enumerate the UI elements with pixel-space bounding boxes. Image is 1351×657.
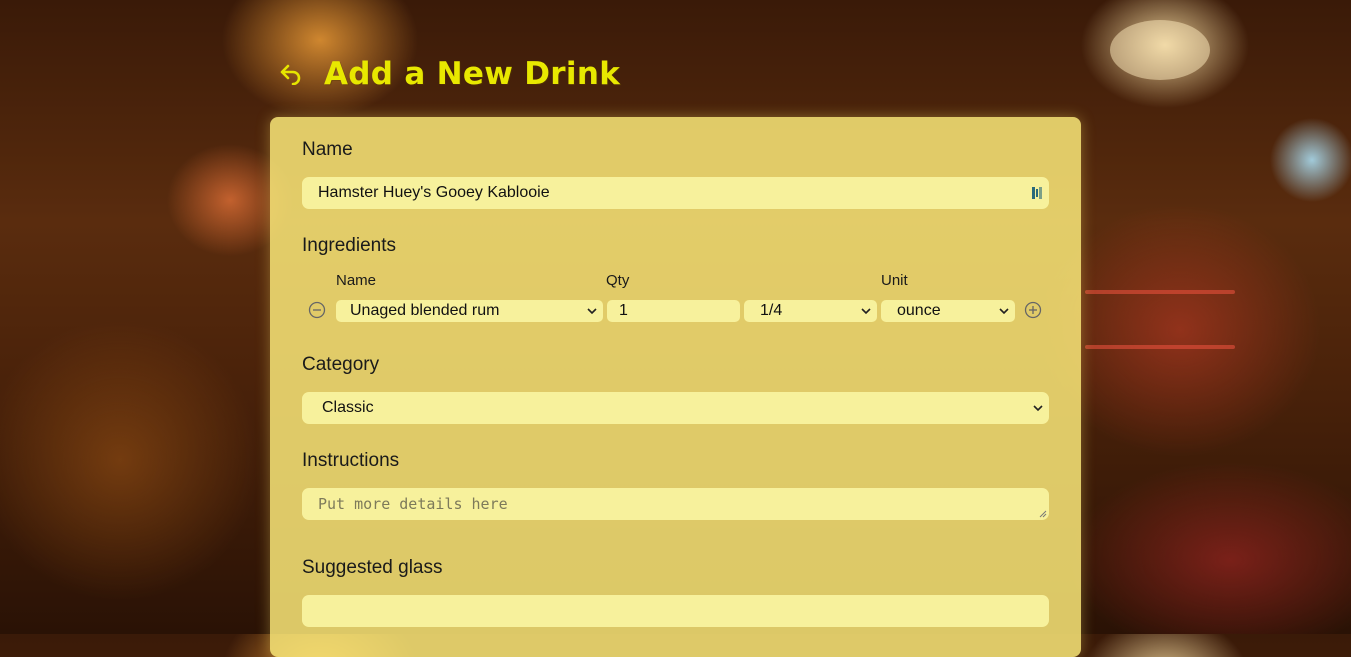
instructions-label: Instructions bbox=[302, 450, 400, 471]
ingredient-qty-header: Qty bbox=[606, 272, 630, 289]
password-manager-icon[interactable] bbox=[1031, 186, 1043, 200]
ingredient-name-select[interactable]: Unaged blended rum bbox=[336, 300, 603, 322]
chevron-down-icon bbox=[999, 308, 1009, 315]
page-title: Add a New Drink bbox=[324, 56, 621, 92]
add-ingredient-icon[interactable] bbox=[1024, 301, 1042, 319]
instructions-placeholder: Put more details here bbox=[318, 495, 508, 513]
category-label: Category bbox=[302, 354, 380, 375]
chevron-down-icon bbox=[587, 308, 597, 315]
chevron-down-icon bbox=[1033, 405, 1043, 412]
background-decor bbox=[1110, 20, 1210, 80]
ingredient-unit-select[interactable]: ounce bbox=[881, 300, 1015, 322]
remove-ingredient-icon[interactable] bbox=[308, 301, 326, 319]
instructions-textarea[interactable]: Put more details here bbox=[302, 488, 1049, 520]
category-select[interactable]: Classic bbox=[302, 392, 1049, 424]
name-input-value: Hamster Huey's Gooey Kablooie bbox=[318, 184, 550, 201]
suggested-glass-label: Suggested glass bbox=[302, 557, 443, 578]
ingredient-qty-value: 1 bbox=[619, 302, 628, 319]
ingredients-label: Ingredients bbox=[302, 235, 397, 256]
ingredient-unit-header: Unit bbox=[881, 272, 908, 289]
add-drink-form: Name Hamster Huey's Gooey Kablooie Ingre… bbox=[270, 117, 1081, 657]
name-input[interactable]: Hamster Huey's Gooey Kablooie bbox=[302, 177, 1049, 209]
ingredient-fraction-select[interactable]: 1/4 bbox=[744, 300, 877, 322]
ingredient-qty-input[interactable]: 1 bbox=[607, 300, 740, 322]
ingredient-name-value: Unaged blended rum bbox=[350, 302, 500, 319]
background-decor bbox=[1085, 290, 1235, 294]
suggested-glass-input[interactable] bbox=[302, 595, 1049, 627]
chevron-down-icon bbox=[861, 308, 871, 315]
background-decor bbox=[1085, 345, 1235, 349]
category-value: Classic bbox=[322, 399, 374, 416]
page-header: Add a New Drink bbox=[278, 52, 620, 96]
back-arrow-icon[interactable] bbox=[278, 61, 304, 87]
name-label: Name bbox=[302, 139, 353, 160]
ingredient-name-header: Name bbox=[336, 272, 377, 289]
ingredient-fraction-value: 1/4 bbox=[760, 302, 783, 319]
ingredient-unit-value: ounce bbox=[897, 302, 941, 319]
resize-handle-icon[interactable] bbox=[1039, 510, 1047, 518]
